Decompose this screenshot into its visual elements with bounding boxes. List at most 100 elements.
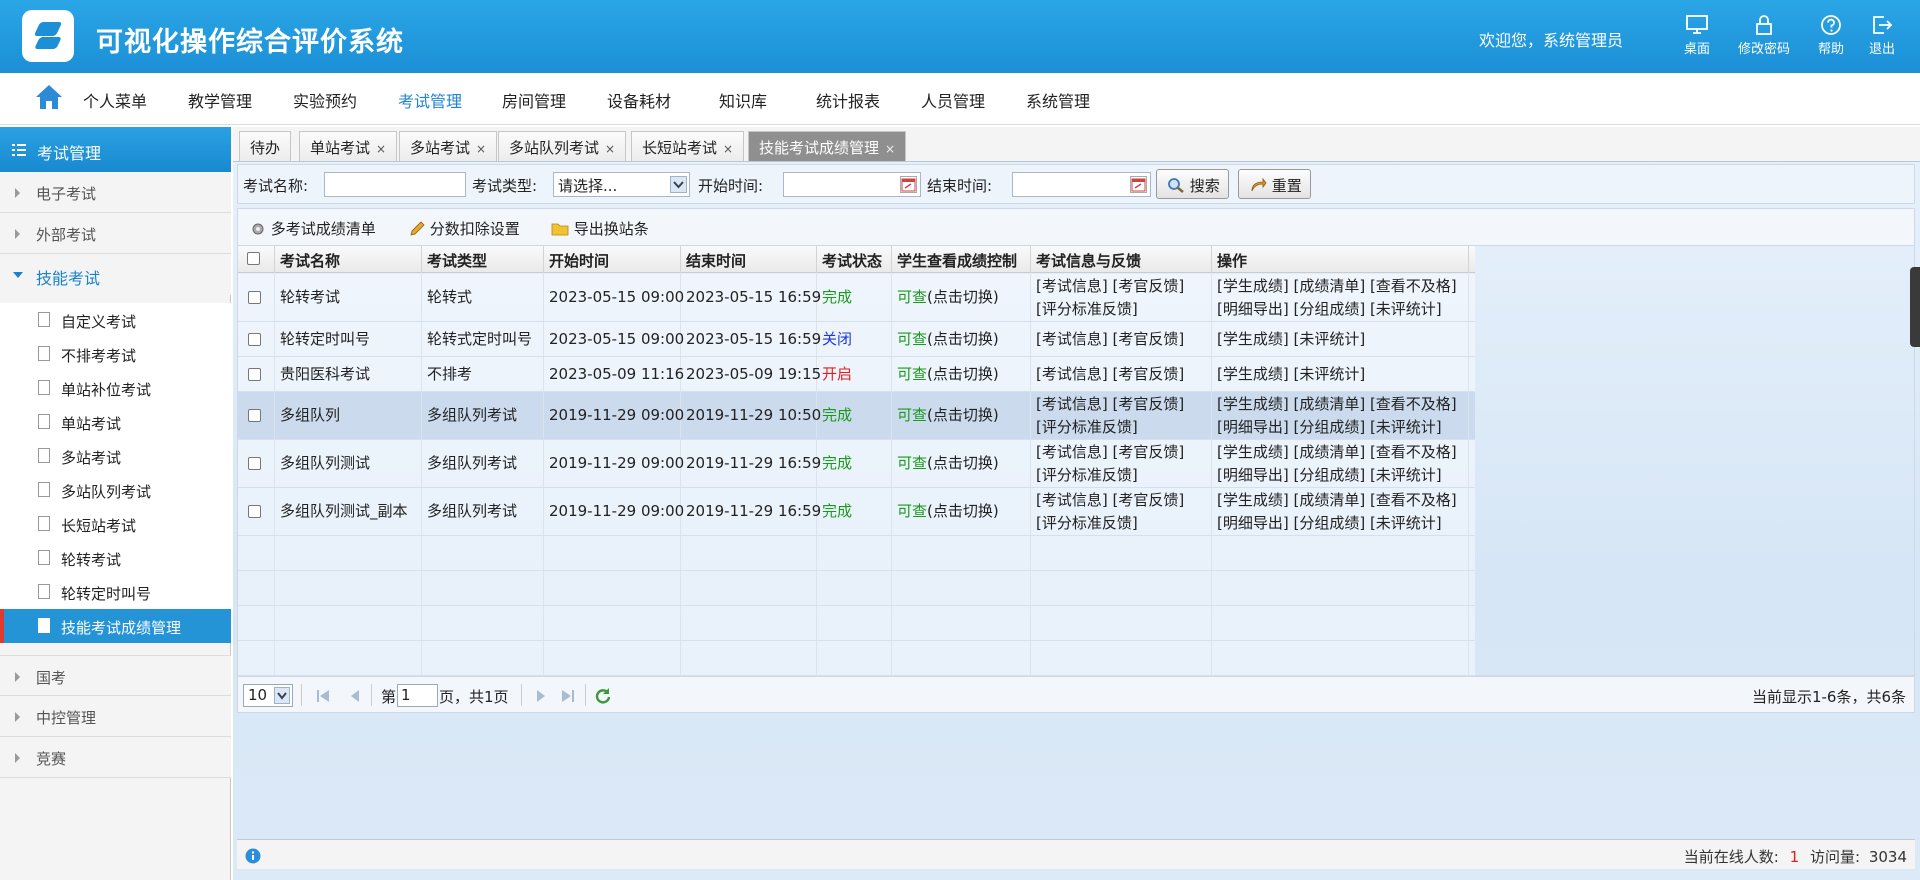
cell-operations-links[interactable]: [学生成绩] [成绩清单] [查看不及格] — [1217, 275, 1468, 298]
cell-operations-links[interactable]: [学生成绩] [成绩清单] [查看不及格] — [1217, 393, 1468, 416]
nav-item-personal-menu[interactable]: 个人菜单 — [83, 88, 147, 112]
table-row[interactable]: 轮转考试 轮转式 2023-05-15 09:00 2023-05-15 16:59 完… — [238, 274, 1475, 322]
cell-info-feedback-links[interactable]: [评分标准反馈] — [1036, 464, 1211, 487]
cell-operations-links[interactable]: [明细导出] [分组成绩] [未评统计] — [1217, 512, 1468, 535]
view-status-toggle[interactable]: 可查 — [897, 454, 927, 472]
view-status-toggle[interactable]: 可查 — [897, 365, 927, 383]
row-checkbox[interactable] — [248, 457, 261, 470]
close-icon[interactable]: × — [885, 142, 895, 156]
cell-view-control[interactable]: 可查(点击切换) — [892, 357, 1031, 391]
col-end-time[interactable]: 结束时间 — [681, 246, 817, 273]
toggle-hint[interactable]: (点击切换) — [927, 502, 999, 520]
toggle-hint[interactable]: (点击切换) — [927, 406, 999, 424]
home-icon[interactable] — [34, 83, 64, 111]
table-row[interactable]: 多组队列测试_副本 多组队列考试 2019-11-29 09:00 2019-11-2… — [238, 488, 1475, 536]
cell-operations-links[interactable]: [明细导出] [分组成绩] [未评统计] — [1217, 464, 1468, 487]
multi-exam-score-list-button[interactable]: 多考试成绩清单 — [250, 218, 376, 239]
nav-item-teaching[interactable]: 教学管理 — [188, 88, 252, 112]
tab-multi-station[interactable]: 多站考试 × — [399, 131, 498, 161]
tab-multi-station-queue[interactable]: 多站队列考试 × — [498, 131, 627, 161]
start-time-input[interactable] — [783, 172, 921, 197]
tab-long-short-station[interactable]: 长短站考试 × — [631, 131, 745, 161]
sidebar-item-long-short-station[interactable]: 长短站考试 — [0, 507, 231, 541]
cell-operations-links[interactable]: [学生成绩] [未评统计] — [1217, 363, 1468, 386]
refresh-icon[interactable] — [594, 687, 612, 705]
end-time-input[interactable] — [1012, 172, 1151, 197]
sidebar-item-single-station-fill[interactable]: 单站补位考试 — [0, 371, 231, 405]
sidebar-group-competition[interactable]: 竞赛 — [0, 737, 231, 778]
nav-item-people[interactable]: 人员管理 — [921, 88, 985, 112]
nav-item-knowledge[interactable]: 知识库 — [719, 88, 767, 112]
cell-view-control[interactable]: 可查(点击切换) — [892, 440, 1031, 487]
row-checkbox[interactable] — [248, 291, 261, 304]
nav-item-system[interactable]: 系统管理 — [1026, 88, 1090, 112]
page-number-input[interactable]: 1 — [397, 684, 438, 707]
previous-page-icon[interactable] — [348, 689, 362, 703]
table-row[interactable]: 多组队列测试 多组队列考试 2019-11-29 09:00 2019-11-29 1… — [238, 440, 1475, 488]
close-icon[interactable]: × — [605, 142, 615, 156]
tab-todo[interactable]: 待办 — [239, 131, 292, 161]
row-checkbox[interactable] — [248, 409, 261, 422]
chevron-down-icon[interactable] — [670, 176, 687, 193]
cell-info-feedback-links[interactable]: [评分标准反馈] — [1036, 298, 1211, 321]
nav-item-lab-booking[interactable]: 实验预约 — [293, 88, 357, 112]
cell-view-control[interactable]: 可查(点击切换) — [892, 322, 1031, 356]
calendar-icon[interactable] — [900, 176, 917, 193]
logout-button[interactable]: 退出 — [1852, 14, 1912, 57]
col-exam-type[interactable]: 考试类型 — [422, 246, 544, 273]
toggle-hint[interactable]: (点击切换) — [927, 365, 999, 383]
cell-info-feedback-links[interactable]: [考试信息] [考官反馈] — [1036, 393, 1211, 416]
sidebar-item-skill-score-management[interactable]: 技能考试成绩管理 — [0, 609, 231, 643]
cell-info-feedback-links[interactable]: [考试信息] [考官反馈] — [1036, 489, 1211, 512]
first-page-icon[interactable] — [316, 689, 330, 703]
nav-item-reports[interactable]: 统计报表 — [816, 88, 880, 112]
sidebar-item-multi-station-queue[interactable]: 多站队列考试 — [0, 473, 231, 507]
toggle-hint[interactable]: (点击切换) — [927, 288, 999, 306]
col-exam-status[interactable]: 考试状态 — [817, 246, 892, 273]
tab-skill-score-management[interactable]: 技能考试成绩管理 × — [748, 131, 907, 161]
view-status-toggle[interactable]: 可查 — [897, 330, 927, 348]
side-drawer-handle[interactable] — [1910, 267, 1920, 347]
close-icon[interactable]: × — [723, 142, 733, 156]
toggle-hint[interactable]: (点击切换) — [927, 330, 999, 348]
score-deduction-settings-button[interactable]: 分数扣除设置 — [409, 218, 520, 239]
nav-item-equipment[interactable]: 设备耗材 — [607, 88, 671, 112]
cell-info-feedback-links[interactable]: [评分标准反馈] — [1036, 512, 1211, 535]
view-status-toggle[interactable]: 可查 — [897, 502, 927, 520]
view-status-toggle[interactable]: 可查 — [897, 288, 927, 306]
sidebar-group-skill-exam[interactable]: 技能考试 — [0, 254, 231, 295]
next-page-icon[interactable] — [534, 689, 548, 703]
table-row[interactable]: 轮转定时叫号 轮转式定时叫号 2023-05-15 09:00 2023-05-15 … — [238, 322, 1475, 357]
close-icon[interactable]: × — [376, 142, 386, 156]
cell-view-control[interactable]: 可查(点击切换) — [892, 392, 1031, 439]
cell-operations-links[interactable]: [明细导出] [分组成绩] [未评统计] — [1217, 298, 1468, 321]
cell-info-feedback-links[interactable]: [考试信息] [考官反馈] — [1036, 441, 1211, 464]
table-row[interactable]: 贵阳医科考试 不排考 2023-05-09 11:16 2023-05-09 19:1… — [238, 357, 1475, 392]
sidebar-group-central-control[interactable]: 中控管理 — [0, 696, 231, 737]
col-exam-name[interactable]: 考试名称 — [275, 246, 422, 273]
sidebar-group-national-exam[interactable]: 国考 — [0, 655, 231, 696]
sidebar-item-no-schedule-exam[interactable]: 不排考考试 — [0, 337, 231, 371]
change-password-button[interactable]: 修改密码 — [1733, 14, 1795, 57]
nav-item-rooms[interactable]: 房间管理 — [502, 88, 566, 112]
toggle-hint[interactable]: (点击切换) — [927, 454, 999, 472]
row-checkbox[interactable] — [248, 367, 261, 381]
sidebar-item-custom-exam[interactable]: 自定义考试 — [0, 303, 231, 337]
col-operations[interactable]: 操作 — [1212, 246, 1469, 273]
cell-info-feedback-links[interactable]: [考试信息] [考官反馈] — [1036, 328, 1211, 351]
cell-operations-links[interactable]: [学生成绩] [未评统计] — [1217, 328, 1468, 351]
cell-info-feedback-links[interactable]: [评分标准反馈] — [1036, 416, 1211, 439]
cell-operations-links[interactable]: [学生成绩] [成绩清单] [查看不及格] — [1217, 489, 1468, 512]
cell-view-control[interactable]: 可查(点击切换) — [892, 488, 1031, 535]
col-student-view-control[interactable]: 学生查看成绩控制 — [892, 246, 1031, 273]
exam-name-input[interactable] — [324, 172, 466, 197]
cell-operations-links[interactable]: [明细导出] [分组成绩] [未评统计] — [1217, 416, 1468, 439]
col-exam-info-feedback[interactable]: 考试信息与反馈 — [1031, 246, 1212, 273]
table-row[interactable]: 多组队列 多组队列考试 2019-11-29 09:00 2019-11-29 10:… — [238, 392, 1475, 440]
search-button[interactable]: 搜索 — [1156, 169, 1229, 199]
nav-item-exam-management[interactable]: 考试管理 — [398, 88, 462, 112]
tab-single-station[interactable]: 单站考试 × — [299, 131, 398, 161]
export-station-slip-button[interactable]: 导出换站条 — [551, 218, 649, 239]
sidebar-group-external-exam[interactable]: 外部考试 — [0, 213, 231, 254]
page-size-select[interactable]: 10 — [243, 684, 293, 707]
